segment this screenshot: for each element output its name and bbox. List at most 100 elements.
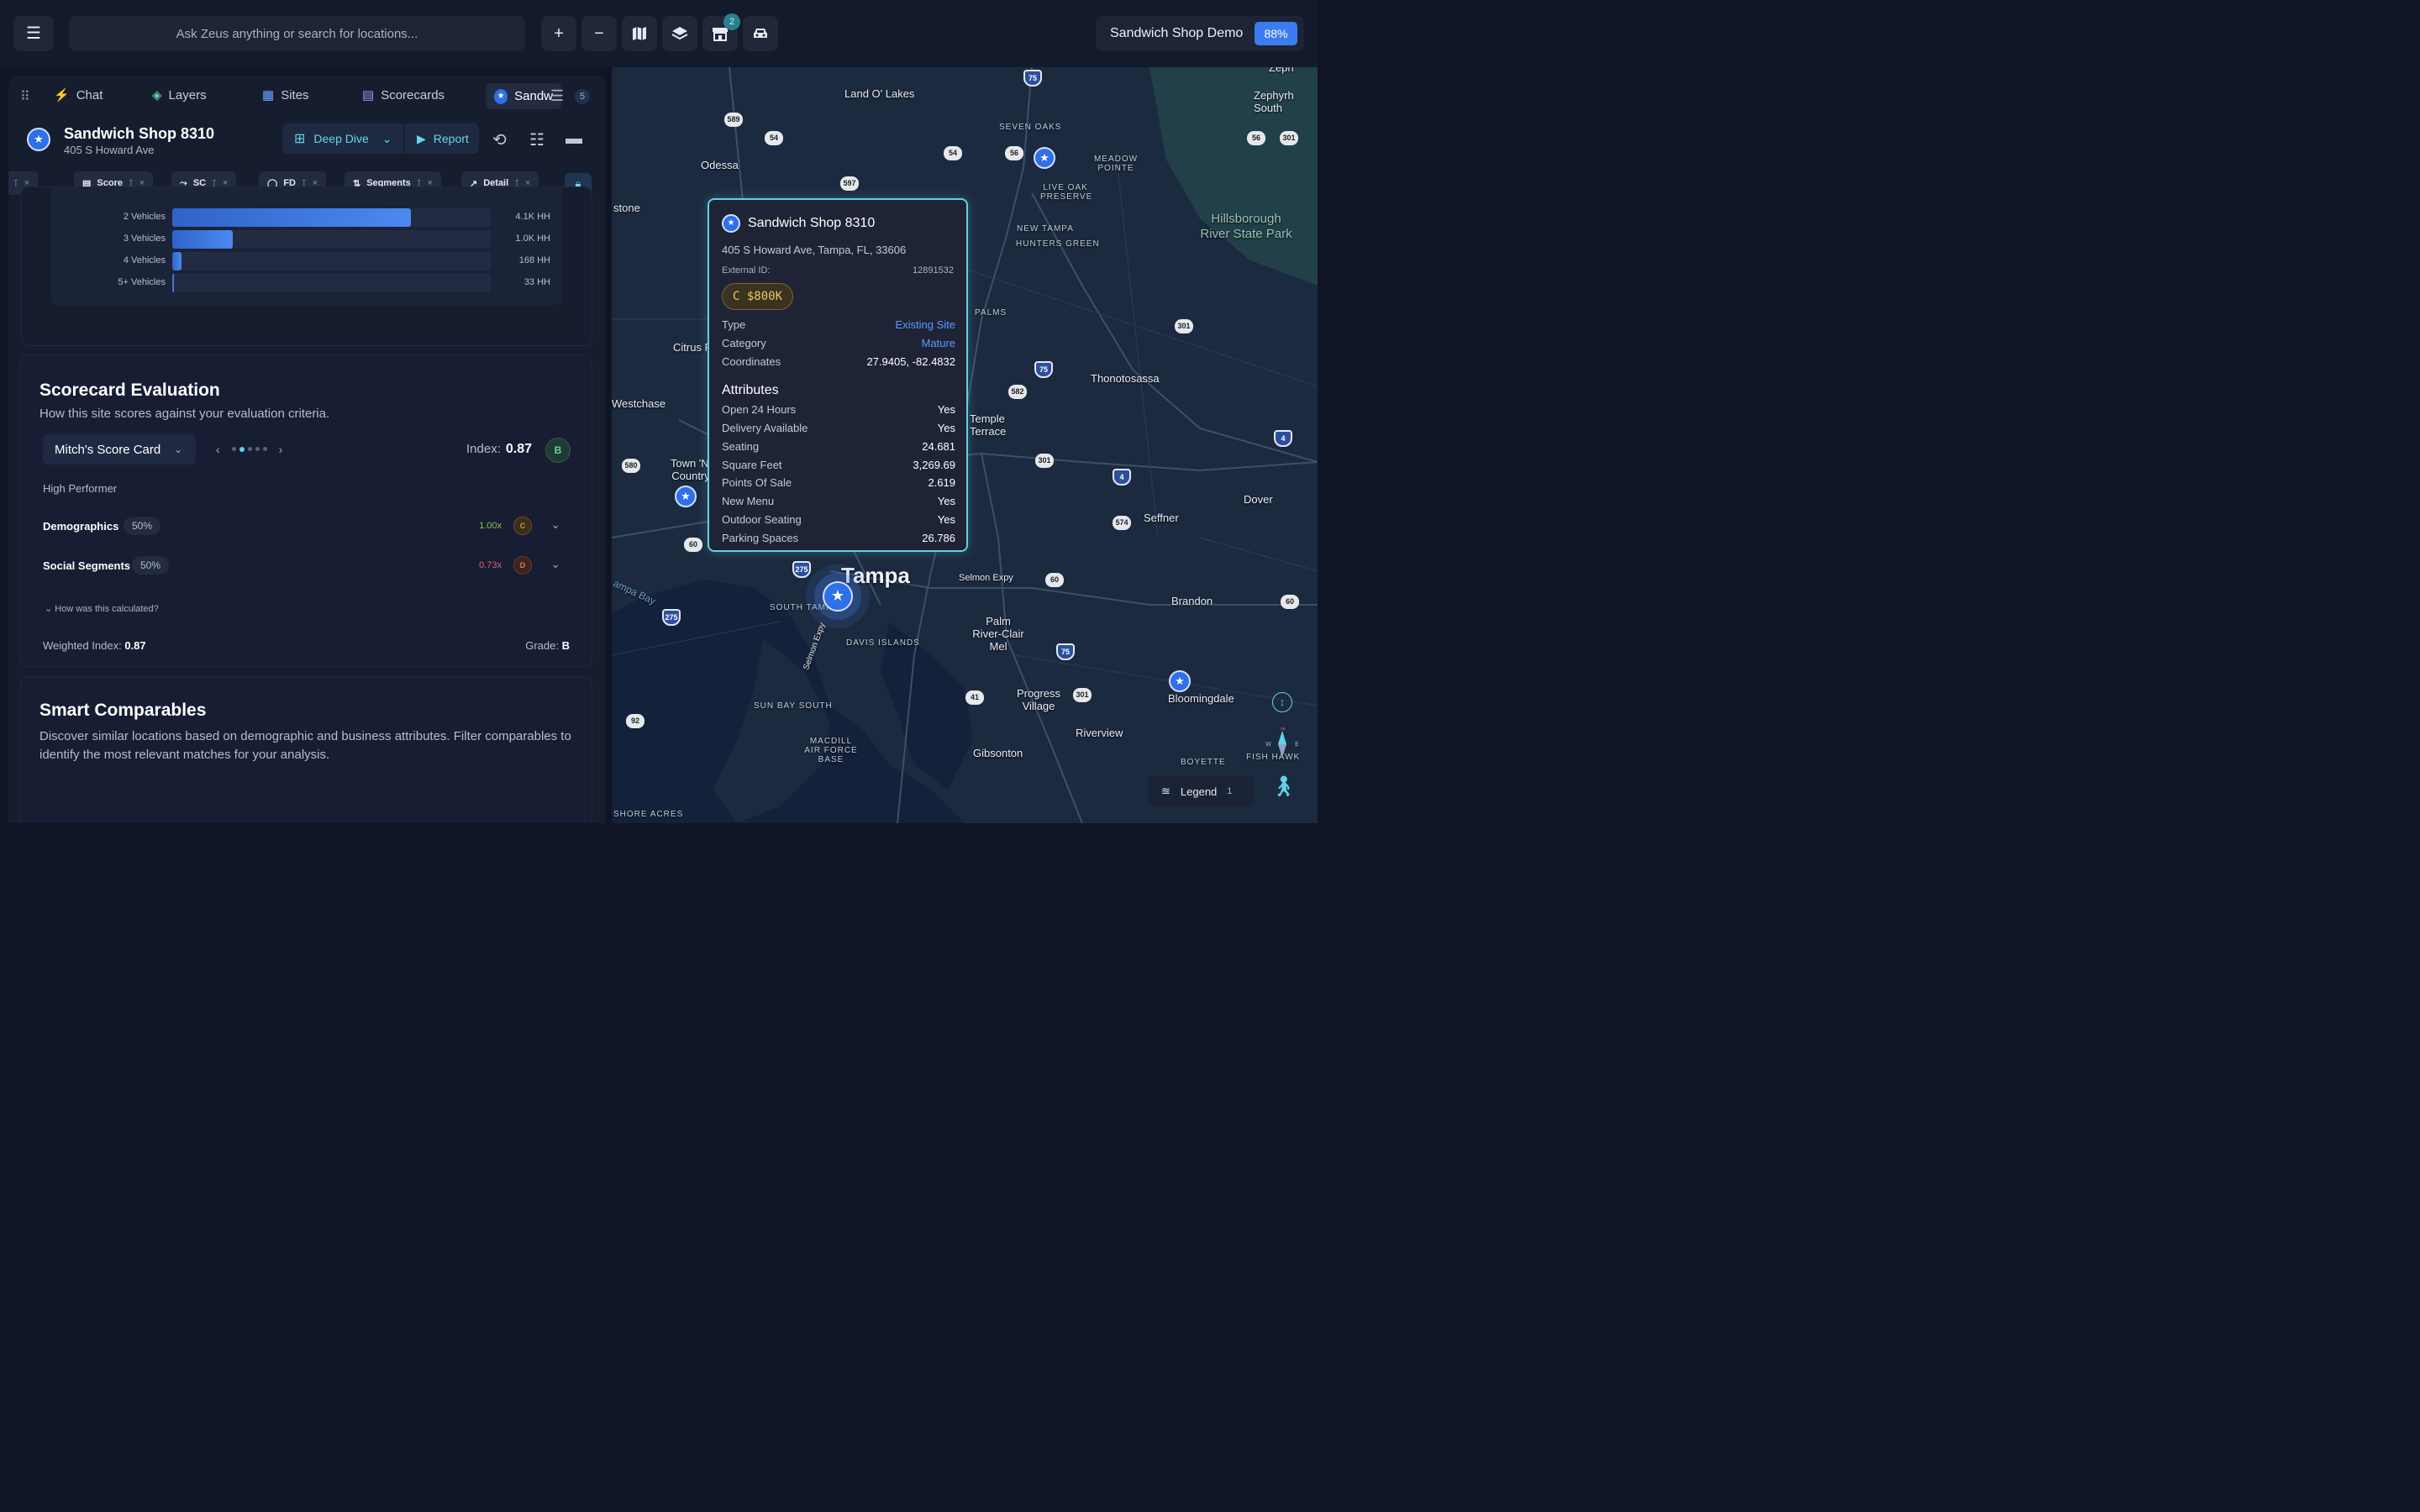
popup-row-label: Category [722, 337, 766, 349]
vehicle-value: 33 HH [523, 277, 550, 287]
tab-sites[interactable]: ▦ Sites [262, 87, 309, 103]
site-name: Sandwich Shop 8310 [64, 125, 215, 142]
layers-button[interactable] [662, 16, 697, 51]
selected-site-marker[interactable]: ★ [823, 581, 853, 612]
deep-dive-label: Deep Dive [313, 132, 369, 145]
chevron-down-icon[interactable]: ⌄ [550, 517, 560, 532]
popup-row-value[interactable]: Mature [922, 337, 955, 349]
menu-button[interactable]: ☰ [13, 16, 54, 51]
pager-dots [231, 447, 267, 452]
map-label: Zeph [1269, 67, 1294, 74]
criterion-row[interactable]: Demographics 50% 1.00x C ⌄ [43, 514, 572, 539]
criterion-row[interactable]: Social Segments 50% 0.73x D ⌄ [43, 554, 572, 579]
deep-dive-button[interactable]: ⊞ Deep Dive ⌄ [282, 123, 403, 154]
map-label: Thonotosassa [1091, 372, 1160, 385]
site-marker[interactable]: ★ [1169, 670, 1191, 692]
pager-dot[interactable] [247, 447, 252, 451]
vehicles-chart: 2 Vehicles 4.1K HH 3 Vehicles 1.0K HH 4 … [51, 187, 562, 305]
route-shield: 589 [724, 113, 743, 127]
chevron-down-icon: ⌄ [45, 604, 55, 614]
drag-handle-icon[interactable]: ⠿ [20, 88, 30, 105]
pager-dot[interactable] [255, 447, 260, 451]
vehicle-track [172, 252, 491, 270]
expand-vertical-icon[interactable]: ↕ [1272, 692, 1292, 712]
project-title: Sandwich Shop Demo [1110, 26, 1244, 40]
comparables-title: Smart Comparables [39, 701, 207, 720]
map-label: Brandon [1171, 595, 1213, 607]
revenue-badge: C $800K [722, 283, 794, 310]
report-button[interactable]: ▶ Report [405, 123, 479, 154]
svg-text:N: N [1281, 727, 1285, 732]
vehicle-row: 2 Vehicles 4.1K HH [51, 208, 562, 227]
attribute-label: Outdoor Seating [722, 513, 802, 526]
how-calculated-toggle[interactable]: ⌄ How was this calculated? [45, 603, 159, 614]
attribute-value: 26.786 [922, 532, 955, 544]
zoom-out-button[interactable]: − [581, 16, 617, 51]
interstate-shield: 275 [792, 561, 811, 578]
map-label: Temple Terrace [970, 412, 1007, 438]
pager-dot[interactable] [262, 447, 267, 451]
map-label: Odessa [701, 159, 739, 171]
vehicle-label: 4 Vehicles [123, 255, 166, 265]
map-label: DAVIS ISLANDS [846, 638, 920, 648]
list-icon[interactable]: ☰ [550, 87, 564, 105]
attribute-label: Delivery Available [722, 422, 808, 434]
compass-icon[interactable]: N W E [1265, 725, 1299, 761]
chevron-left-icon[interactable]: ‹ [216, 443, 220, 456]
pager-dot[interactable] [231, 447, 236, 451]
map-label: MEADOW POINTE [1093, 155, 1139, 173]
performance-label: High Performer [43, 482, 118, 495]
star-icon: ★ [494, 88, 508, 104]
site-marker[interactable]: ★ [675, 486, 697, 507]
tab-scorecards[interactable]: ▤ Scorecards [362, 87, 445, 103]
interstate-shield: 75 [1023, 70, 1042, 87]
layers-icon: ◈ [152, 88, 162, 102]
route-shield: 301 [1073, 688, 1092, 702]
tab-chat[interactable]: ⚡ Chat [54, 87, 103, 103]
history-icon[interactable]: ⟲ [492, 129, 507, 150]
clipboard-icon: ▤ [362, 88, 375, 102]
site-marker[interactable]: ★ [1034, 147, 1055, 169]
tab-label: Chat [76, 87, 103, 102]
tab-layers[interactable]: ◈ Layers [152, 87, 207, 103]
map-label: MACDILL AIR FORCE BASE [804, 737, 858, 764]
project-selector[interactable]: Sandwich Shop Demo 88% [1096, 16, 1304, 51]
route-shield: 574 [1113, 516, 1131, 530]
map-label: SUN BAY SOUTH [754, 701, 833, 711]
route-shield: 582 [1008, 385, 1027, 399]
map-label: SHORE ACRES [613, 810, 684, 819]
zoom-in-button[interactable]: + [541, 16, 576, 51]
popup-row-value[interactable]: Existing Site [895, 318, 955, 331]
panel-scroll[interactable]: 2 Vehicles 4.1K HH 3 Vehicles 1.0K HH 4 … [8, 186, 605, 823]
chevron-down-icon[interactable]: ⌄ [550, 557, 560, 571]
layers-icon [671, 27, 688, 40]
criterion-weight: 50% [132, 556, 170, 575]
pager-dot[interactable] [239, 447, 245, 452]
chevron-right-icon[interactable]: › [279, 443, 283, 456]
building-icon: ▦ [262, 88, 275, 102]
comment-icon[interactable]: ▬ [566, 129, 582, 149]
street-view-person-icon[interactable]: 🚶︎ [1270, 774, 1296, 803]
sliders-icon[interactable]: ☷ [529, 129, 544, 150]
attribute-value: Yes [937, 422, 955, 434]
vehicle-label: 5+ Vehicles [118, 277, 166, 287]
legend-button[interactable]: ≊ Legend 1 [1148, 776, 1254, 806]
grade-badge: B [545, 438, 571, 463]
scorecard-select[interactable]: Mitch's Score Card ⌄ [43, 434, 196, 465]
criterion-name: Social Segments [43, 559, 131, 572]
grade-label: Grade: [525, 639, 559, 652]
store-count-badge: 2 [723, 13, 740, 30]
map-icon [633, 27, 646, 40]
car-icon [754, 29, 767, 38]
pin-icon: ⊺ [13, 178, 18, 189]
route-shield: 301 [1035, 454, 1054, 468]
progress-badge: 88% [1255, 22, 1297, 45]
search-input[interactable] [69, 16, 525, 51]
popup-row: Coordinates 27.9405, -82.4832 [722, 355, 955, 372]
drive-time-button[interactable] [743, 16, 778, 51]
map-style-button[interactable] [622, 16, 657, 51]
popup-row-label: Type [722, 318, 746, 331]
popup-row: Type Existing Site [722, 318, 955, 335]
popup-row-value: 27.9405, -82.4832 [866, 355, 955, 368]
attribute-label: Square Feet [722, 459, 782, 471]
